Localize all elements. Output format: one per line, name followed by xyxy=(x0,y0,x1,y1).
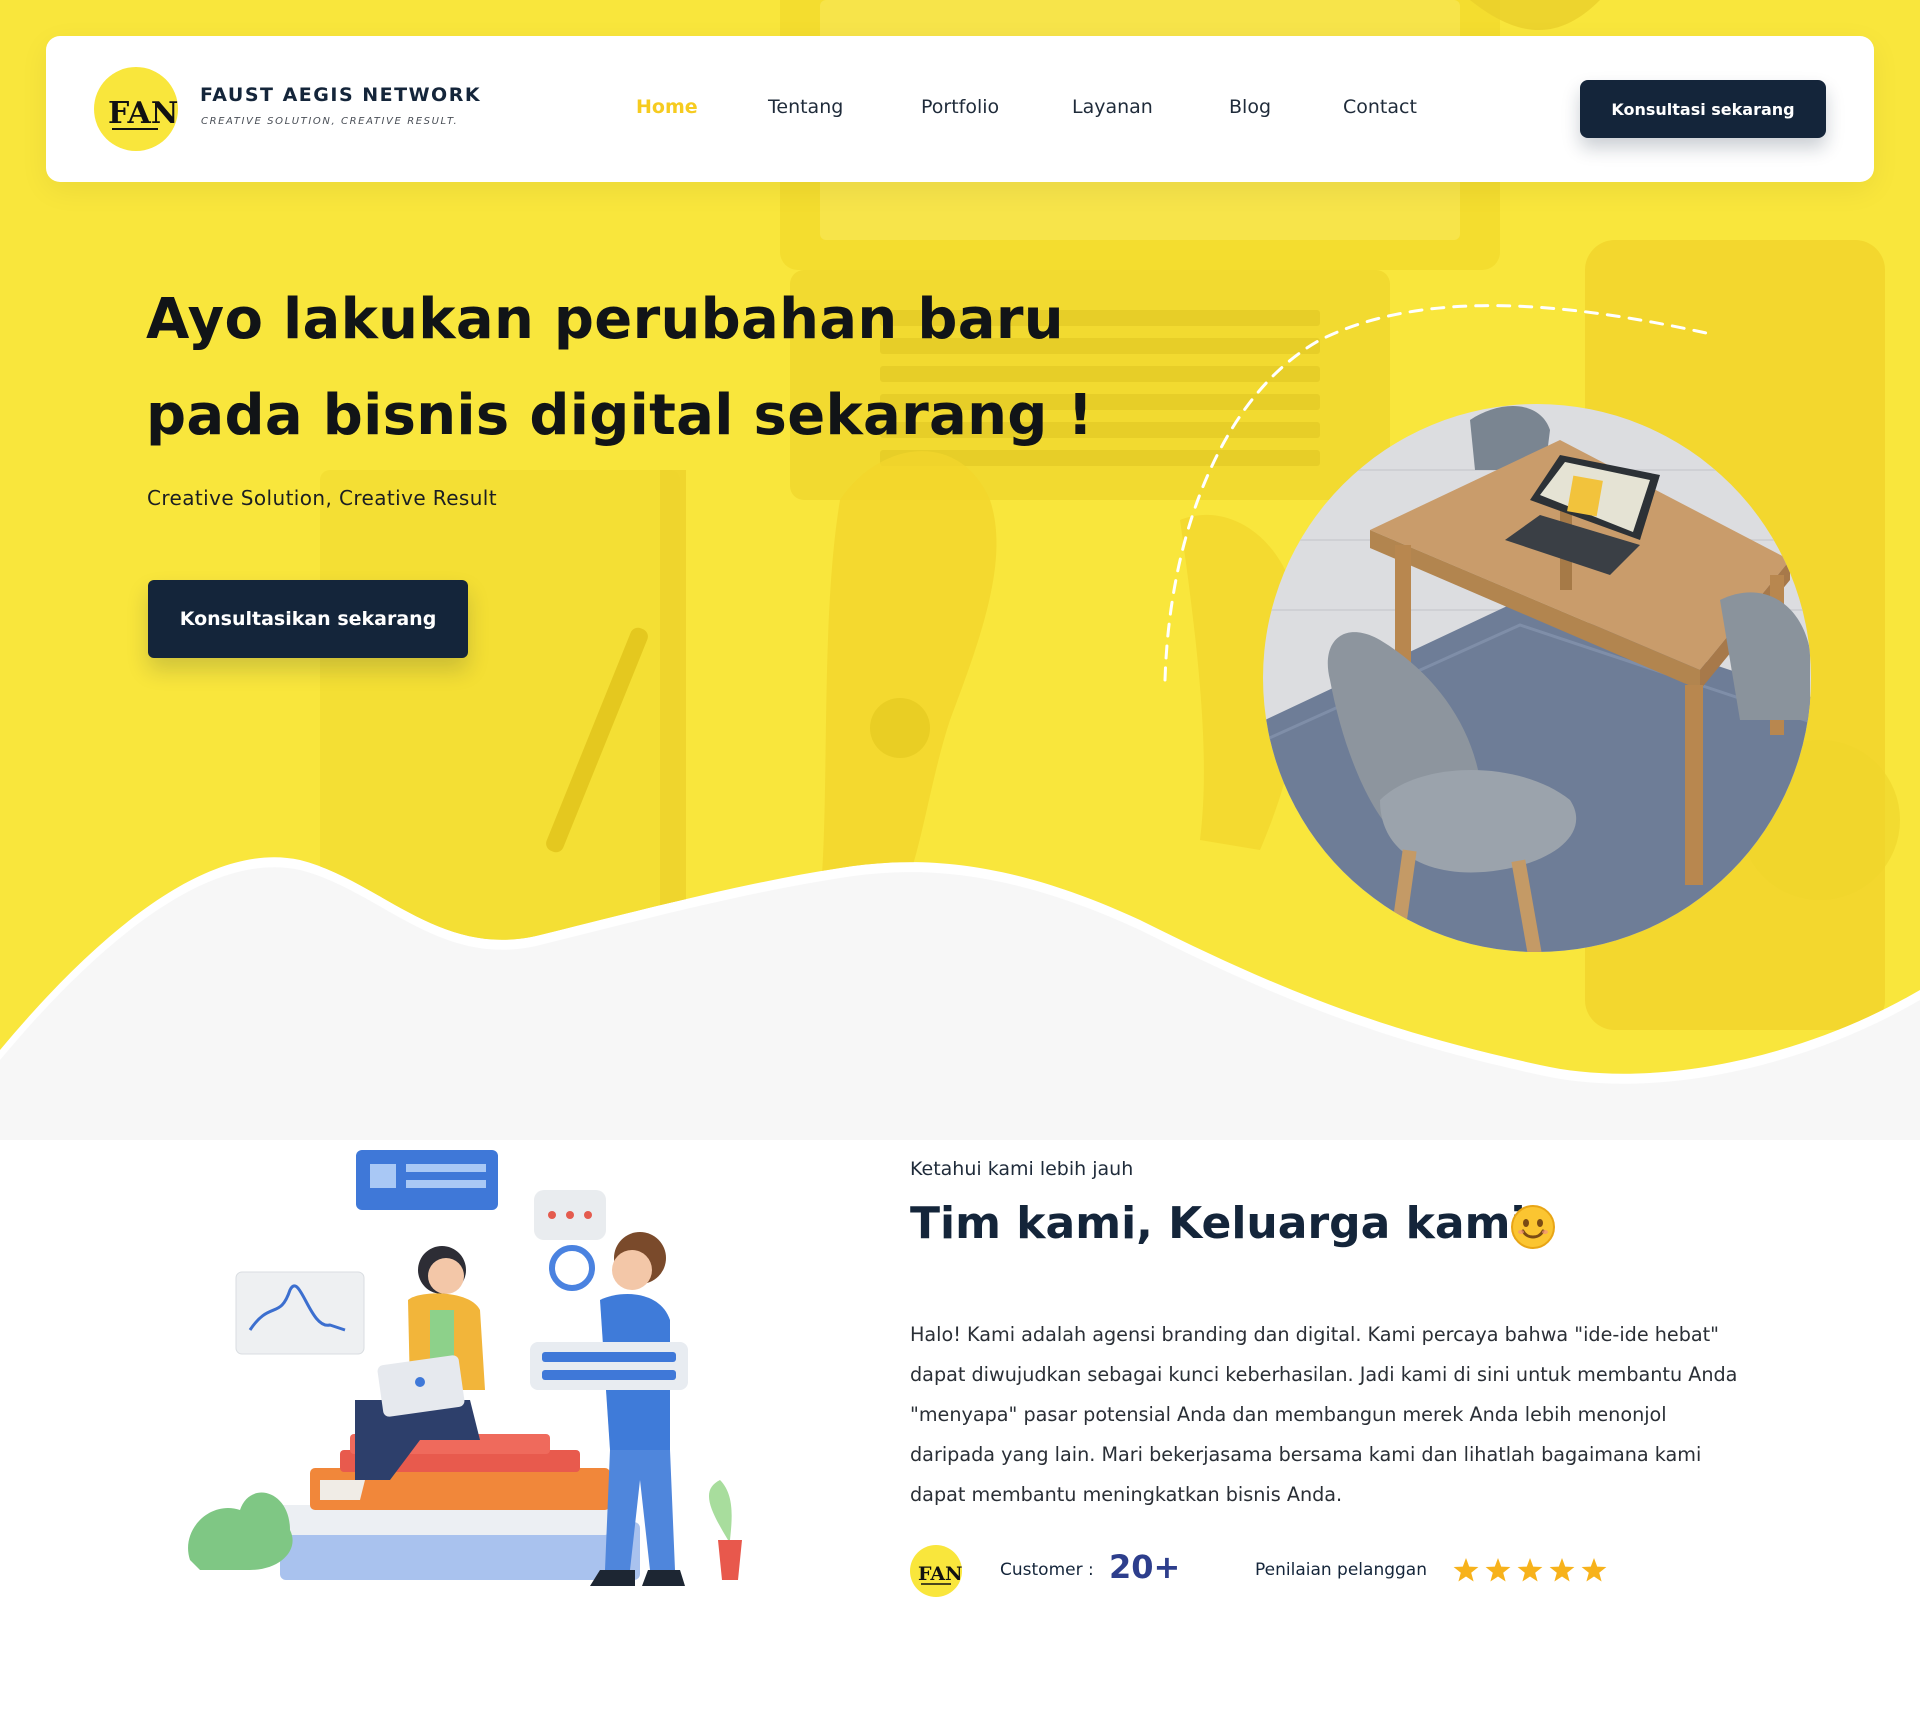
team-illustration xyxy=(188,1150,742,1586)
about-title: Tim kami, Keluarga kami xyxy=(910,1198,1526,1249)
hero-title-line-1: Ayo lakukan perubahan baru xyxy=(146,287,1064,352)
about-description: Halo! Kami adalah agensi branding dan di… xyxy=(910,1323,1738,1506)
hero-section: FAN FAUST AEGIS NETWORK CREATIVE SOLUTIO… xyxy=(0,0,1920,1140)
hero-subtitle: Creative Solution, Creative Result xyxy=(147,486,497,510)
star-icon xyxy=(1549,1558,1575,1582)
smiling-face-icon xyxy=(1511,1205,1555,1249)
customer-count: 20+ xyxy=(1109,1548,1181,1586)
nav-link-contact[interactable]: Contact xyxy=(1343,96,1417,118)
about-eyebrow: Ketahui kami lebih jauh xyxy=(910,1158,1134,1180)
nav-link-tentang[interactable]: Tentang xyxy=(768,96,843,118)
rating-label: Penilaian pelanggan xyxy=(1255,1560,1428,1580)
brand-name: FAUST AEGIS NETWORK xyxy=(200,84,482,106)
star-icon xyxy=(1517,1558,1543,1582)
hero-title-line-2: pada bisnis digital sekarang ! xyxy=(146,383,1094,448)
brand-tagline: CREATIVE SOLUTION, CREATIVE RESULT. xyxy=(201,116,459,127)
star-icon xyxy=(1485,1558,1511,1582)
brand-logo-small: FAN xyxy=(910,1545,962,1597)
nav-link-portfolio[interactable]: Portfolio xyxy=(921,96,999,118)
nav-link-home[interactable]: Home xyxy=(636,96,698,118)
customer-label: Customer : xyxy=(1000,1560,1094,1580)
hero-title: Ayo lakukan perubahan baru pada bisnis d… xyxy=(146,272,1126,464)
star-icon xyxy=(1581,1558,1607,1582)
rating-stars xyxy=(1453,1558,1607,1582)
consult-now-button[interactable]: Konsultasi sekarang xyxy=(1580,80,1826,138)
fan-logo-icon: FAN xyxy=(108,96,178,131)
brand-logo[interactable]: FAN xyxy=(94,67,178,151)
svg-text:FAN: FAN xyxy=(918,1563,962,1585)
fan-logo-icon: FAN xyxy=(918,1563,962,1585)
star-icon xyxy=(1453,1558,1479,1582)
hero-consult-button[interactable]: Konsultasikan sekarang xyxy=(148,580,468,658)
nav-link-blog[interactable]: Blog xyxy=(1229,96,1271,118)
nav-link-layanan[interactable]: Layanan xyxy=(1072,96,1153,118)
svg-text:FAN: FAN xyxy=(108,96,178,131)
navbar: FAN FAUST AEGIS NETWORK CREATIVE SOLUTIO… xyxy=(46,36,1874,182)
